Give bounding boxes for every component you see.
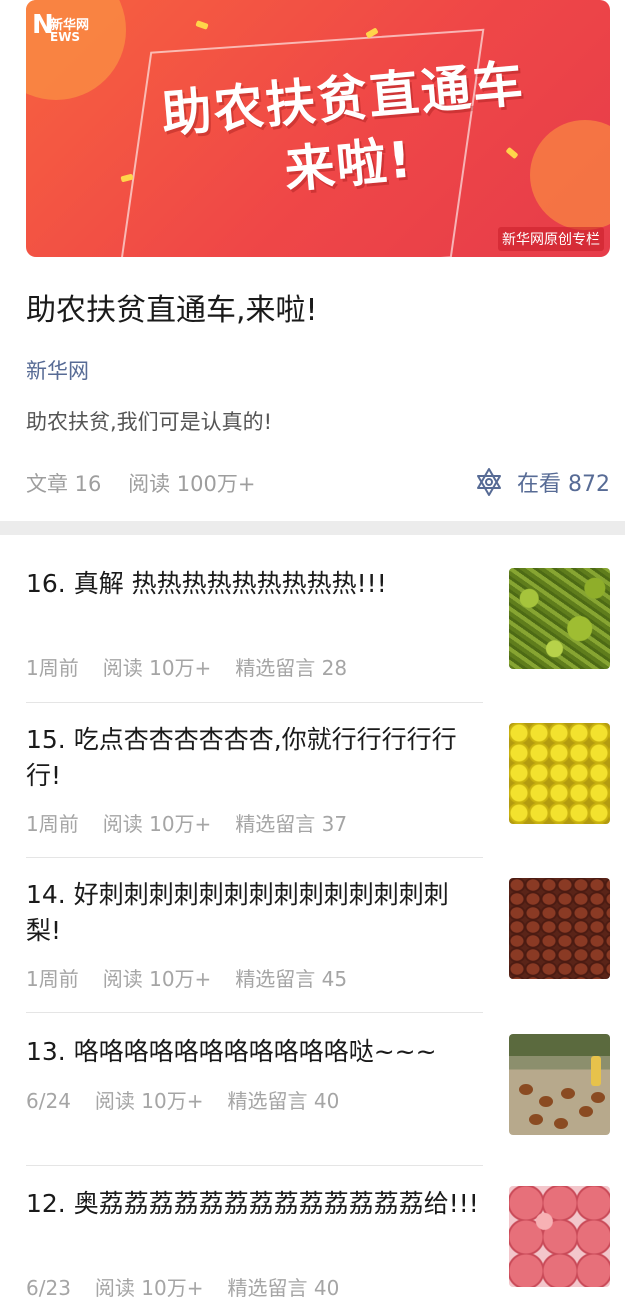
article-title: 16. 真解 热热热热热热热热热!!! [26,569,387,598]
list-separator [26,857,483,858]
watching-button[interactable]: 在看 872 [473,462,610,502]
article-comments: 精选留言 40 [227,1276,340,1300]
list-separator [26,1012,483,1013]
articles-count: 文章 16 [26,472,102,496]
article-date: 1周前 [26,656,79,680]
article-comments: 精选留言 37 [235,812,348,836]
article-reads: 阅读 10万+ [102,967,212,991]
album-reads: 阅读 100万+ [128,472,256,496]
hen [539,1096,553,1107]
article-title: 13. 咯咯咯咯咯咯咯咯咯咯咯哒~~~ [26,1037,437,1066]
article-thumbnail [509,878,610,979]
article-comments: 精选留言 45 [235,967,348,991]
hen [519,1084,533,1095]
hen [561,1088,575,1099]
article-meta: 1周前 阅读 10万+ 精选留言 37 [26,808,371,837]
article-title: 12. 奥荔荔荔荔荔荔荔荔荔荔荔荔荔给!!! [26,1189,479,1218]
banner-corner-tag: 新华网原创专栏 [498,227,604,251]
star-of-david-icon [477,468,501,496]
list-separator [26,1165,483,1166]
article-thumbnail [509,723,610,824]
banner-confetti [195,20,209,30]
article-thumbnail [509,1034,610,1135]
hen [579,1106,593,1117]
article-title: 14. 好刺刺刺刺刺刺刺刺刺刺刺刺刺刺梨! [26,880,449,945]
album-source-link[interactable]: 新华网 [26,355,89,385]
xinhua-news-logo: N 新华网 EWS [32,10,90,44]
album-stats: 文章 16 阅读 100万+ [26,468,275,498]
hen [554,1118,568,1129]
hen [591,1092,605,1103]
hen [529,1114,543,1125]
article-comments: 精选留言 40 [227,1089,340,1113]
article-date: 6/23 [26,1276,71,1300]
article-thumbnail [509,1186,610,1287]
article-date: 1周前 [26,812,79,836]
album-title: 助农扶贫直通车,来啦! [26,293,318,328]
article-meta: 6/23 阅读 10万+ 精选留言 40 [26,1272,363,1301]
article-date: 1周前 [26,967,79,991]
article-thumbnail [509,568,610,669]
article-meta: 1周前 阅读 10万+ 精选留言 45 [26,963,371,992]
article-meta: 6/24 阅读 10万+ 精选留言 40 [26,1085,363,1114]
article-reads: 阅读 10万+ [102,656,212,680]
article-reads: 阅读 10万+ [94,1276,204,1300]
article-reads: 阅读 10万+ [94,1089,204,1113]
watching-count: 在看 872 [517,472,610,497]
album-cover-banner: N 新华网 EWS 助农扶贫直通车 来啦! 新华网原创专栏 [26,0,610,257]
article-comments: 精选留言 28 [235,656,348,680]
album-description: 助农扶贫,我们可是认真的! [26,410,273,434]
article-date: 6/24 [26,1089,71,1113]
article-meta: 1周前 阅读 10万+ 精选留言 28 [26,652,371,681]
article-title: 15. 吃点杏杏杏杏杏杏,你就行行行行行行! [26,725,457,790]
section-divider [0,521,625,535]
list-separator [26,702,483,703]
farmer-figure [591,1056,601,1086]
article-reads: 阅读 10万+ [102,812,212,836]
